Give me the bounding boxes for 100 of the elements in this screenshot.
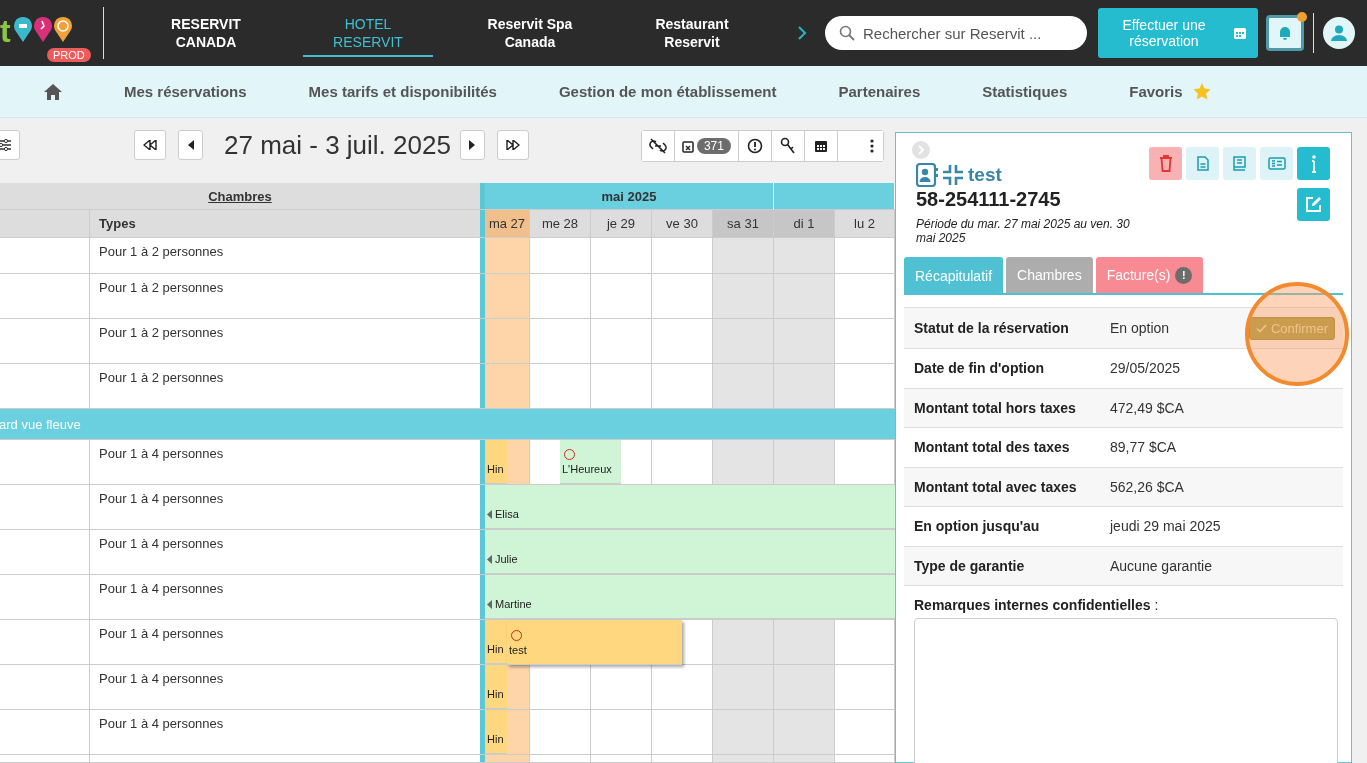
booking[interactable]: L'Heureux [560,440,621,484]
unlink-button[interactable] [641,131,675,161]
calendar-cell[interactable] [507,665,530,709]
calendar-icon [813,139,828,153]
right-triangle-icon [469,140,476,150]
calendar-cell[interactable] [774,755,835,762]
info-button[interactable] [1297,147,1330,180]
column-header[interactable]: Chambres [208,188,272,204]
app-tab[interactable]: RESERVIT CANADA [141,9,271,57]
money-card-icon [1267,157,1286,170]
field-label: Montant total avec taxes [914,478,1078,495]
edit-icon [1305,196,1322,213]
chevron-right-icon[interactable] [797,25,807,41]
calendar-cell[interactable] [485,238,530,273]
book-button[interactable] [1223,147,1256,180]
remarks-field[interactable] [914,618,1338,763]
menu-item[interactable]: Gestion de mon établissement [558,83,777,100]
more-icon [869,139,874,153]
menu-item[interactable]: Mes réservations [124,83,247,100]
calendar-cell[interactable] [485,274,530,318]
day-header: ve 30 [652,210,713,237]
calendar-cell[interactable] [713,440,774,484]
calendar-icon [1233,26,1247,40]
booking[interactable]: Elisa [485,485,895,529]
edit-button[interactable] [1297,188,1330,221]
sliders-icon [0,139,11,151]
search-icon [839,25,855,41]
star-icon [1192,83,1211,100]
calendar-cell[interactable] [507,710,530,754]
calendar-cell[interactable] [774,665,835,709]
previous-button[interactable] [178,130,203,160]
remarks-label: Remarques internes confidentielles : [914,597,1159,613]
calendar-cell[interactable] [713,319,774,363]
fast-backward-button[interactable] [134,130,166,160]
collapse-icon[interactable] [912,141,930,159]
booking[interactable]: Julie [485,530,895,574]
document-icon [1196,156,1209,171]
search-field[interactable]: Rechercher sur Reservit ... [825,16,1087,50]
room-type: Pour 1 à 4 personnes [99,446,224,461]
calendar-cell[interactable] [774,274,835,318]
calendar-cell[interactable] [774,238,835,273]
room-type: Pour 1 à 2 personnes [99,325,224,340]
field-label: Date de fin d'option [914,360,1046,377]
calendar-cell[interactable] [485,755,530,762]
field-value: 89,77 $CA [1110,439,1177,456]
room-type: Pour 1 à 2 personnes [99,280,224,295]
booking[interactable]: Martine [485,575,895,619]
calendar-cell[interactable] [485,319,530,363]
room-type: Pour 1 à 4 personnes [99,671,224,686]
calendar-cell[interactable] [713,665,774,709]
panel-tab[interactable]: Facture(s) ! [1095,257,1204,293]
bell-icon [1277,25,1293,41]
calendar-cell[interactable] [774,620,835,664]
fast-forward-button[interactable] [496,130,529,160]
calendar-cell[interactable] [713,274,774,318]
app-tab[interactable]: HOTEL RESERVIT [303,9,433,57]
day-header: lu 2 [835,210,895,237]
day-header: me 28 [530,210,591,237]
notifications-button[interactable] [1266,15,1304,51]
calendar-cell[interactable] [774,319,835,363]
calendar-cell[interactable] [774,440,835,484]
calendar-cell[interactable] [713,755,774,762]
calendar-cell[interactable] [507,440,530,484]
menu-item[interactable]: Partenaires [838,83,921,100]
booking[interactable]: Hin [485,665,507,709]
menu-item[interactable]: Statistiques [982,83,1068,100]
booking[interactable]: test [507,620,682,665]
contact-card-icon [916,163,938,187]
app-tab[interactable]: Restaurant Reservit [627,9,757,57]
check-icon [1255,324,1267,333]
calendar-cell[interactable] [713,710,774,754]
invoice-card-button[interactable] [1260,147,1293,180]
month-header: mai 2025 [485,183,774,209]
booking[interactable]: Hin [485,440,507,484]
calendar-cell[interactable] [774,710,835,754]
field-value: jeudi 29 mai 2025 [1110,518,1221,535]
app-tab[interactable]: Reservit Spa Canada [465,9,595,57]
calendar-cell[interactable] [774,364,835,408]
menu-item[interactable]: Mes tarifs et disponibilités [308,83,497,100]
home-icon[interactable] [44,83,62,100]
booking[interactable]: Hin [485,710,507,754]
date-range-title: 27 mai - 3 juil. 2025 [224,130,451,160]
day-header: ma 27 [485,210,530,237]
menu-item[interactable]: Favoris [1129,83,1183,100]
day-header: je 29 [591,210,652,237]
document-button[interactable] [1186,147,1219,180]
field-label: Montant total des taxes [914,439,1071,456]
delete-button[interactable] [1149,147,1182,180]
calendar-cell[interactable] [713,238,774,273]
room-type: Pour 1 à 4 personnes [99,581,224,596]
reservation-number: 58-254111-2745 [916,188,1062,211]
booking[interactable]: Hin [485,620,507,664]
calendar-cell[interactable] [713,364,774,408]
calendar-cell[interactable] [485,364,530,408]
next-button[interactable] [459,130,485,160]
alert-icon [746,138,763,154]
field-value: 29/05/2025 [1110,360,1181,377]
calendar-cell[interactable] [713,620,774,664]
double-right-icon [505,140,520,150]
user-avatar[interactable] [1323,17,1355,49]
